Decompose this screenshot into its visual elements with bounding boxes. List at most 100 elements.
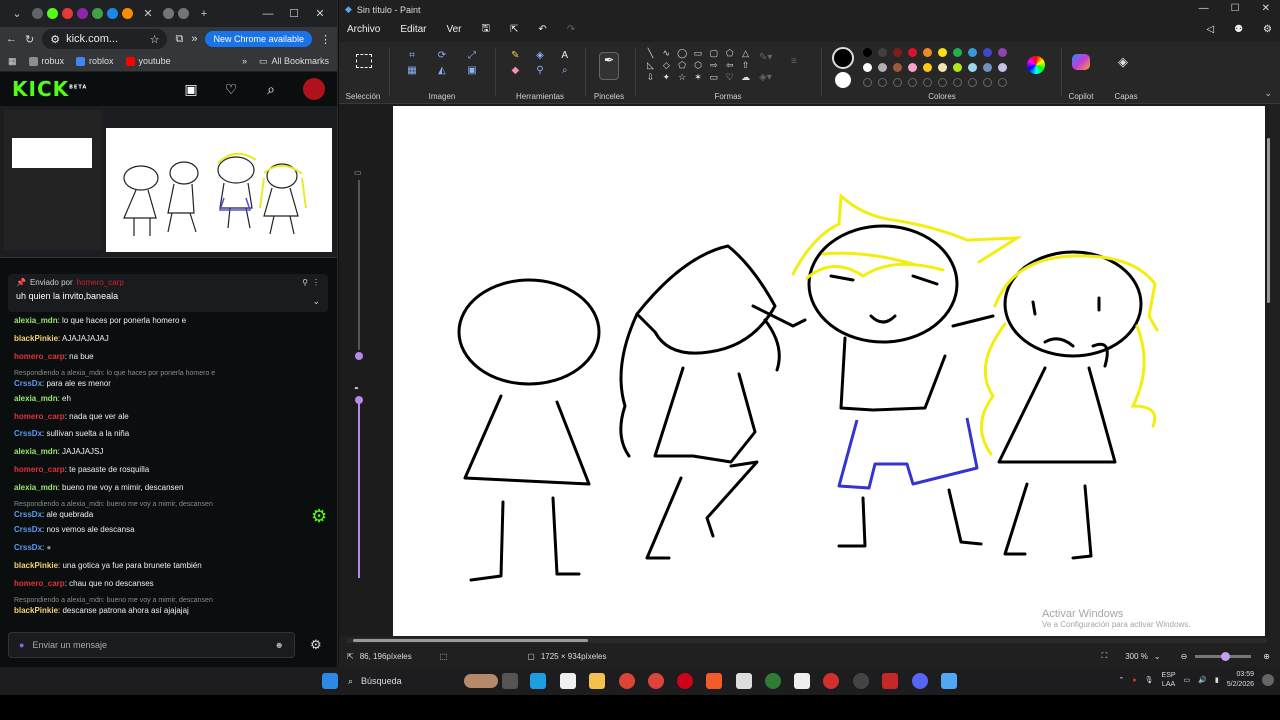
magnifier-icon[interactable]: ⌕ (554, 65, 575, 76)
triangle-shape-icon[interactable]: △ (738, 48, 753, 59)
chevron-down-icon[interactable]: ⌄ (312, 296, 320, 307)
color-swatch[interactable] (878, 48, 887, 57)
color-swatch[interactable] (998, 48, 1007, 57)
chat-username[interactable]: blackPinkie (14, 334, 58, 343)
custom-color-slot[interactable] (998, 78, 1007, 87)
chat-username[interactable]: alexia_mdn (14, 447, 58, 456)
arrow-up-shape-icon[interactable]: ⇧ (738, 60, 753, 71)
reply-reference[interactable]: Respondiendo a alexia_mdn: lo que haces … (14, 369, 332, 378)
bookmark-star-icon[interactable]: ☆ (150, 33, 160, 46)
account-icon[interactable]: ⚉ (1234, 24, 1243, 35)
color-swatch[interactable] (893, 63, 902, 72)
color-swatch[interactable] (983, 63, 992, 72)
shape-outline-icon[interactable]: ✎▾ (759, 52, 772, 63)
menu-kebab-icon[interactable]: ⋮ (320, 33, 331, 46)
xbox-icon[interactable] (765, 673, 781, 689)
custom-color-slot[interactable] (953, 78, 962, 87)
color-swatch[interactable] (878, 63, 887, 72)
share-icon[interactable]: ⇱ (510, 24, 518, 35)
minimize-icon[interactable]: — (257, 8, 279, 20)
volume-icon[interactable]: 🔊 (1198, 676, 1207, 684)
chat-input[interactable]: ● Enviar un mensaje ☻ (8, 632, 295, 658)
flip-icon[interactable]: ◭ (429, 65, 455, 76)
text-icon[interactable]: A (554, 50, 575, 61)
bookmark-roblox[interactable]: roblox (76, 56, 114, 66)
custom-color-slot[interactable] (983, 78, 992, 87)
menu-editar[interactable]: Editar (400, 24, 426, 35)
mic-icon[interactable]: ● (19, 640, 24, 650)
address-bar[interactable]: ⚙ kick.com... ☆ (42, 29, 168, 49)
tab-favicon[interactable] (163, 8, 174, 19)
chat-username[interactable]: homero_carp (14, 412, 65, 421)
rotate-icon[interactable]: ⟳ (429, 50, 455, 61)
close-window-icon[interactable]: ✕ (309, 7, 331, 20)
tab-favicon[interactable] (122, 8, 133, 19)
bookmark-youtube[interactable]: youtube (125, 56, 171, 66)
maximize-icon[interactable]: ☐ (1231, 3, 1240, 14)
right-triangle-shape-icon[interactable]: ◺ (643, 60, 658, 71)
diamond-shape-icon[interactable]: ◇ (659, 60, 674, 71)
color-swatch[interactable] (923, 48, 932, 57)
zoom-level[interactable]: 300 % (1125, 652, 1148, 661)
capcut-icon[interactable] (794, 673, 810, 689)
color-swatch[interactable] (983, 48, 992, 57)
color2-swatch[interactable] (835, 72, 851, 88)
selection-tool-icon[interactable] (356, 54, 372, 68)
horizontal-scrollbar[interactable] (347, 638, 1267, 643)
eraser-icon[interactable]: ◆ (505, 65, 526, 76)
color-swatch[interactable] (863, 48, 872, 57)
opera-icon[interactable] (677, 673, 693, 689)
heart-shape-icon[interactable]: ♡ (722, 72, 737, 83)
hexagon-shape-icon[interactable]: ⬡ (691, 60, 706, 71)
line-shape-icon[interactable]: ╲ (643, 48, 658, 59)
back-icon[interactable]: ← (6, 33, 17, 45)
chat-username[interactable]: CrssDx (14, 525, 42, 534)
rounded-rect-shape-icon[interactable]: ▢ (706, 48, 721, 59)
redo-icon[interactable]: ↷ (567, 24, 575, 35)
star5-shape-icon[interactable]: ☆ (675, 72, 690, 83)
zoom-out-icon[interactable]: ⊖ (1181, 652, 1188, 661)
image-icon[interactable]: ▣ (459, 65, 485, 76)
pinned-more-icon[interactable]: ⋮ (312, 278, 320, 287)
custom-color-slot[interactable] (893, 78, 902, 87)
search-icon[interactable]: ⌕ (263, 81, 279, 98)
more-chevron-icon[interactable]: » (191, 33, 197, 45)
chat-settings-icon[interactable]: ⚙ (310, 637, 322, 653)
custom-color-slot[interactable] (863, 78, 872, 87)
paint-active-icon[interactable] (941, 673, 957, 689)
tab-favicon[interactable] (47, 8, 58, 19)
menu-ver[interactable]: Ver (446, 24, 461, 35)
oval-shape-icon[interactable]: ◯ (675, 48, 690, 59)
zoom-slider-thumb[interactable] (1221, 651, 1231, 661)
custom-color-slot[interactable] (938, 78, 947, 87)
chat-username[interactable]: CrssDx (14, 510, 42, 519)
tab-favicon[interactable] (178, 8, 189, 19)
zoom-in-icon[interactable]: ⊕ (1263, 652, 1270, 661)
settings-icon[interactable] (853, 673, 869, 689)
color-swatch[interactable] (908, 63, 917, 72)
new-tab-icon[interactable]: + (193, 8, 215, 20)
pencil-icon[interactable]: ✎ (505, 50, 526, 61)
arrow-left-shape-icon[interactable]: ⇦ (722, 60, 737, 71)
color-swatch[interactable] (953, 48, 962, 57)
roblox-icon[interactable] (823, 673, 839, 689)
tray-app-icon[interactable]: ● (1132, 677, 1136, 684)
extensions-icon[interactable]: ⧉ (175, 33, 183, 46)
task-view-icon[interactable] (502, 673, 518, 689)
chat-username[interactable]: alexia_mdn (14, 483, 58, 492)
color-swatch[interactable] (968, 63, 977, 72)
scroll-thumb[interactable] (353, 639, 588, 642)
color-swatch[interactable] (863, 63, 872, 72)
rect-shape-icon[interactable]: ▭ (691, 48, 706, 59)
all-bookmarks[interactable]: ▭ All Bookmarks (259, 56, 329, 67)
fit-to-window-icon[interactable]: ⛶ (1102, 651, 1108, 661)
zoom-slider[interactable] (1195, 651, 1252, 661)
reply-reference[interactable]: Respondiendo a alexia_mdn: bueno me voy … (14, 596, 332, 605)
shape-size-icon[interactable]: ≡ (791, 56, 797, 67)
avatar[interactable] (303, 78, 325, 100)
kick-logo[interactable]: KICKBETA (12, 77, 159, 101)
cloud-shape-icon[interactable]: ☁ (738, 72, 753, 83)
zoom-dropdown-icon[interactable]: ⌄ (1154, 652, 1161, 661)
mic-icon[interactable]: 🎙 (1145, 676, 1154, 684)
tab-close-icon[interactable]: ✕ (137, 7, 159, 20)
